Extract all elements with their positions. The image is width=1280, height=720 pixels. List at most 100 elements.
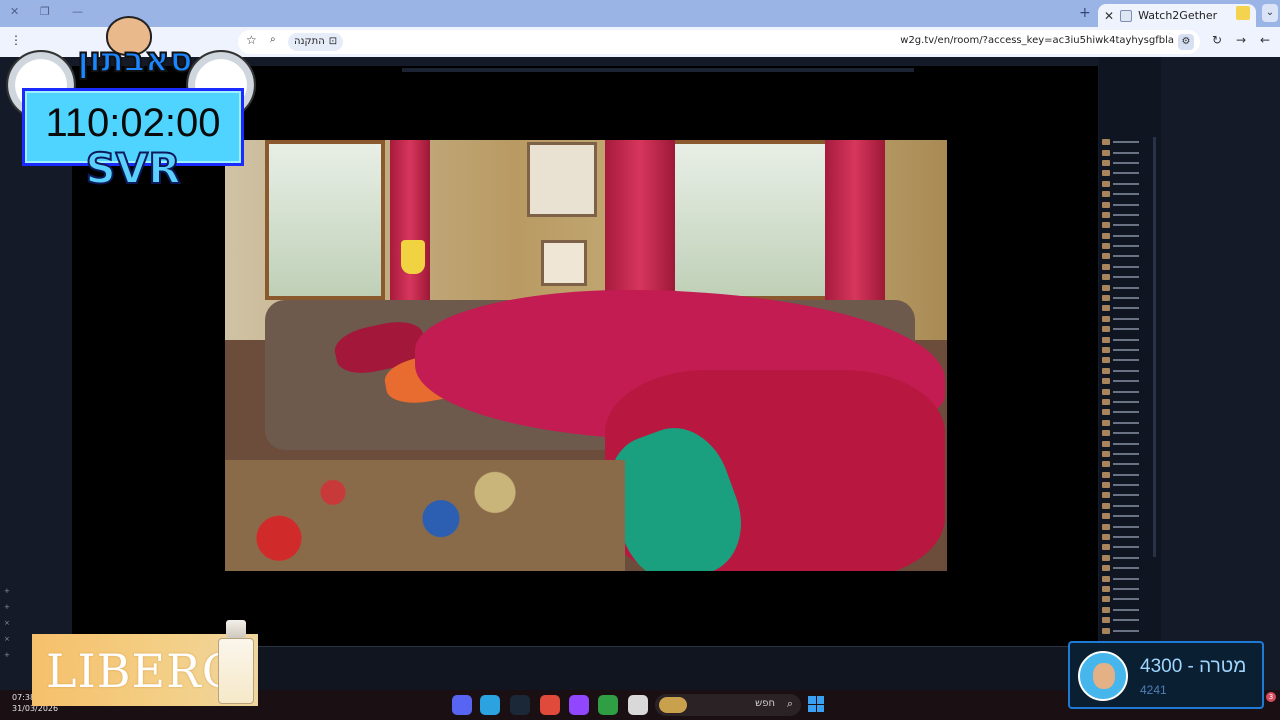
playlist-thumbnail (1102, 502, 1110, 509)
playlist-item[interactable] (1102, 584, 1154, 594)
playlist-item[interactable] (1102, 251, 1154, 261)
discord-icon[interactable] (452, 695, 472, 715)
playlist-item[interactable] (1102, 366, 1154, 376)
back-icon[interactable]: ← (1260, 33, 1270, 47)
playlist-item[interactable] (1102, 272, 1154, 282)
playlist-item[interactable] (1102, 532, 1154, 542)
playlist-item[interactable] (1102, 158, 1154, 168)
playlist-thumbnail (1102, 243, 1110, 250)
playlist-item[interactable] (1102, 179, 1154, 189)
playlist-item[interactable] (1102, 220, 1154, 230)
playlist-item[interactable] (1102, 397, 1154, 407)
playlist-item[interactable] (1102, 355, 1154, 365)
reload-icon[interactable]: ↻ (1212, 33, 1222, 47)
rail-icon[interactable]: + (4, 587, 16, 595)
playlist-item[interactable] (1102, 231, 1154, 241)
telegram-icon[interactable] (480, 695, 500, 715)
url-text: w2g.tv/en/room/?access_key=ac3iu5hiwk4ta… (900, 35, 1174, 46)
playlist-item[interactable] (1102, 386, 1154, 396)
playlist-panel (1099, 57, 1161, 657)
playlist-item[interactable] (1102, 210, 1154, 220)
file-explorer-icon[interactable] (628, 695, 648, 715)
twitch-icon[interactable] (569, 695, 589, 715)
playlist-item[interactable] (1102, 324, 1154, 334)
playlist-item-title (1113, 359, 1139, 362)
playlist-item[interactable] (1102, 241, 1154, 251)
playlist-item[interactable] (1102, 376, 1154, 386)
playlist-item[interactable] (1102, 501, 1154, 511)
install-label: התקנה (294, 36, 325, 47)
playlist-item[interactable] (1102, 282, 1154, 292)
playlist-item[interactable] (1102, 418, 1154, 428)
playlist-item[interactable] (1102, 594, 1154, 604)
close-tab-icon[interactable]: ✕ (1104, 9, 1114, 23)
scene-picture-frame (541, 240, 587, 286)
windows-start-icon[interactable] (808, 696, 824, 712)
rail-icon[interactable]: × (4, 635, 16, 643)
playlist-item-title (1113, 151, 1139, 154)
playlist-list[interactable] (1102, 137, 1154, 636)
playlist-item[interactable] (1102, 407, 1154, 417)
playlist-item[interactable] (1102, 147, 1154, 157)
playlist-item[interactable] (1102, 511, 1154, 521)
timer-value: 110:02:00 (45, 101, 221, 145)
playlist-thumbnail (1102, 523, 1110, 530)
playlist-thumbnail (1102, 492, 1110, 499)
app-icon[interactable] (540, 695, 560, 715)
playlist-thumbnail (1102, 367, 1110, 374)
playlist-item[interactable] (1102, 334, 1154, 344)
rail-icon[interactable]: + (4, 603, 16, 611)
rail-icon[interactable]: × (4, 619, 16, 627)
zoom-icon[interactable]: ⌕ (270, 34, 276, 45)
playlist-item[interactable] (1102, 314, 1154, 324)
playlist-item[interactable] (1102, 449, 1154, 459)
tab-search-icon[interactable]: ⌄ (1262, 4, 1278, 22)
playlist-item[interactable] (1102, 563, 1154, 573)
playlist-item[interactable] (1102, 615, 1154, 625)
search-placeholder: חפש (755, 698, 775, 709)
playlist-item[interactable] (1102, 521, 1154, 531)
panel-tabs[interactable] (1101, 112, 1159, 122)
playlist-item[interactable] (1102, 189, 1154, 199)
playlist-item[interactable] (1102, 168, 1154, 178)
playlist-item[interactable] (1102, 137, 1154, 147)
playlist-item[interactable] (1102, 470, 1154, 480)
playlist-item[interactable] (1102, 199, 1154, 209)
playlist-item[interactable] (1102, 459, 1154, 469)
sponsor-banner: LIBERO (32, 620, 258, 706)
playlist-item-title (1113, 141, 1139, 144)
site-settings-icon[interactable]: ⚙ (1178, 34, 1194, 50)
playlist-item[interactable] (1102, 553, 1154, 563)
video-frame[interactable] (225, 140, 947, 571)
chrome-icon[interactable] (598, 695, 618, 715)
playlist-item-title (1113, 411, 1139, 414)
extension-icon[interactable] (1236, 6, 1250, 20)
rail-icon[interactable]: + (4, 651, 16, 659)
steam-icon[interactable] (510, 695, 530, 715)
playlist-item[interactable] (1102, 428, 1154, 438)
notification-badge[interactable]: 3 (1266, 692, 1276, 702)
timer-label: SVR (84, 143, 181, 194)
playlist-item[interactable] (1102, 490, 1154, 500)
address-bar[interactable]: ☆ ⌕ התקנה ⊡ w2g.tv/en/room/?access_key=a… (238, 30, 1200, 54)
playlist-item[interactable] (1102, 262, 1154, 272)
playlist-item[interactable] (1102, 573, 1154, 583)
forward-icon[interactable]: → (1236, 33, 1246, 47)
install-app-button[interactable]: התקנה ⊡ (288, 33, 344, 51)
playlist-item[interactable] (1102, 480, 1154, 490)
playlist-scrollbar[interactable] (1153, 137, 1156, 557)
new-tab-icon[interactable]: + (1079, 5, 1091, 21)
playlist-thumbnail (1102, 222, 1110, 229)
playlist-item[interactable] (1102, 345, 1154, 355)
playlist-item[interactable] (1102, 625, 1154, 635)
taskbar-search[interactable]: חפש ⌕ (655, 694, 801, 716)
goal-current: 4241 (1140, 683, 1167, 697)
playlist-item[interactable] (1102, 438, 1154, 448)
playlist-item[interactable] (1102, 542, 1154, 552)
tab-watch2gether[interactable]: ✕ Watch2Gether (1098, 4, 1256, 27)
playlist-item[interactable] (1102, 303, 1154, 313)
playlist-item-title (1113, 265, 1139, 268)
playlist-item[interactable] (1102, 293, 1154, 303)
playlist-item[interactable] (1102, 605, 1154, 615)
playlist-thumbnail (1102, 596, 1110, 603)
